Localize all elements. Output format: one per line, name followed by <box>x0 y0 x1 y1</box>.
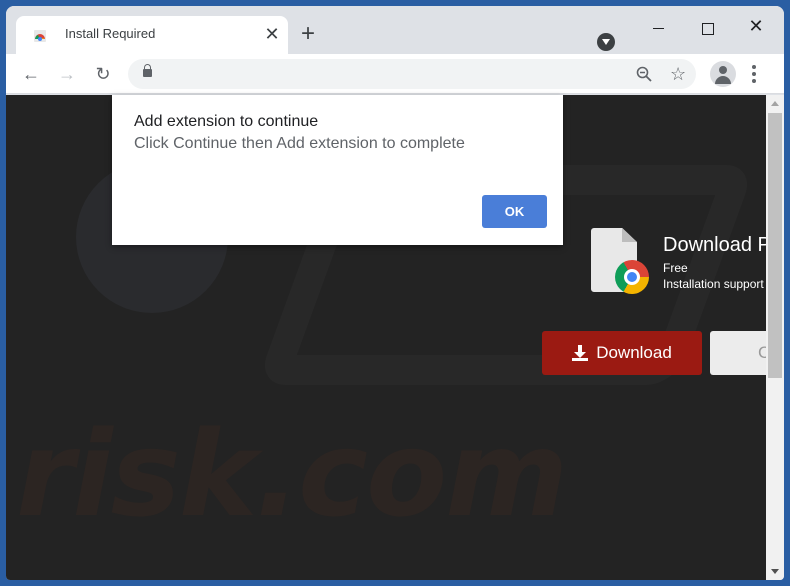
back-button[interactable]: ← <box>19 62 43 86</box>
new-tab-button[interactable]: + <box>296 22 320 47</box>
download-button[interactable]: Download <box>542 331 702 375</box>
alert-dialog: Add extension to continue Click Continue… <box>112 95 563 245</box>
tab-strip: Install Required ✕ + ✕ <box>6 6 784 54</box>
browser-toolbar: ← → ↻ ☆ <box>6 54 784 94</box>
avatar-body <box>715 76 731 84</box>
download-icon <box>572 345 589 361</box>
dialog-title: Add extension to continue <box>134 113 319 130</box>
window-close-button[interactable]: ✕ <box>741 14 771 38</box>
profile-avatar[interactable] <box>710 61 736 87</box>
watermark-text: risk.com <box>16 405 568 543</box>
zoom-out-icon[interactable] <box>636 66 652 82</box>
maximize-button[interactable] <box>692 14 722 38</box>
minimize-button[interactable] <box>644 14 674 38</box>
bookmark-star-icon[interactable]: ☆ <box>670 64 686 84</box>
secondary-button[interactable]: C <box>710 331 766 375</box>
product-title: Download P <box>663 234 766 256</box>
avatar-head <box>719 66 727 74</box>
scroll-down-arrow-icon[interactable] <box>771 569 779 574</box>
scroll-thumb[interactable] <box>768 113 782 378</box>
product-price: Free <box>663 261 688 275</box>
vertical-scrollbar[interactable] <box>766 95 784 580</box>
kebab-menu-icon[interactable] <box>752 65 756 83</box>
dialog-message: Click Continue then Add extension to com… <box>134 135 465 152</box>
forward-button[interactable]: → <box>55 62 79 86</box>
address-bar[interactable]: ☆ <box>128 59 696 89</box>
tab-title: Install Required <box>65 26 156 41</box>
tab-search-icon[interactable] <box>597 33 615 51</box>
browser-window: Install Required ✕ + ✕ ← → ↻ ☆ risk.com … <box>6 6 784 580</box>
reload-button[interactable]: ↻ <box>91 62 115 86</box>
scroll-up-arrow-icon[interactable] <box>771 101 779 106</box>
tab-close-icon[interactable]: ✕ <box>262 24 282 44</box>
lock-icon[interactable] <box>143 64 152 77</box>
ok-button[interactable]: OK <box>482 195 547 228</box>
chrome-web-store-icon <box>34 30 46 42</box>
download-label: Download <box>596 343 672 362</box>
product-support: Installation support <box>663 277 764 291</box>
tab-install-required[interactable]: Install Required ✕ <box>16 16 288 54</box>
chrome-logo-icon <box>615 260 649 294</box>
